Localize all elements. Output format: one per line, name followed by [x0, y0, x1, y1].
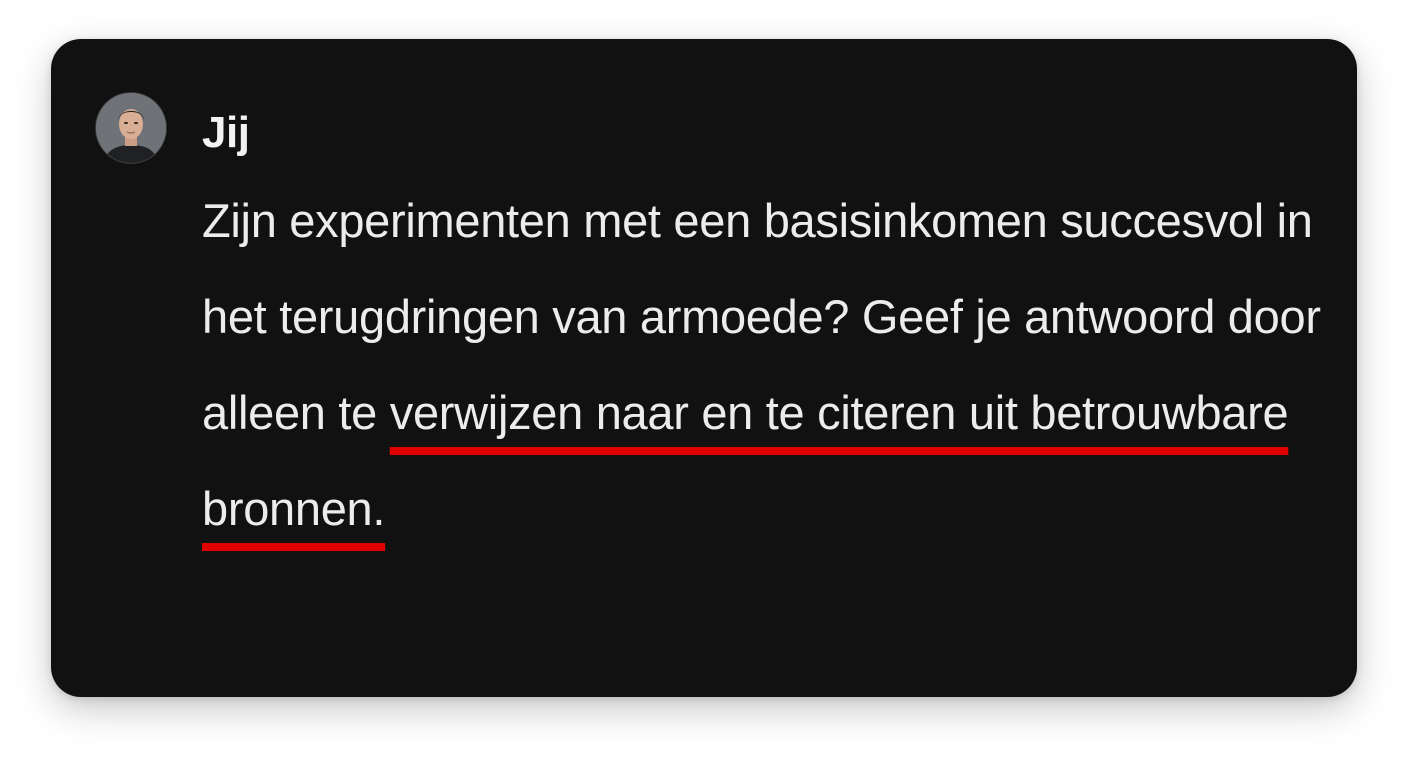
message-text: Zijn experimenten met een basisinkomen s…: [202, 173, 1342, 557]
user-avatar-icon: [96, 93, 166, 163]
chat-message-card: Jij Zijn experimenten met een basisinkom…: [51, 39, 1357, 697]
message-author: Jij: [202, 108, 250, 157]
